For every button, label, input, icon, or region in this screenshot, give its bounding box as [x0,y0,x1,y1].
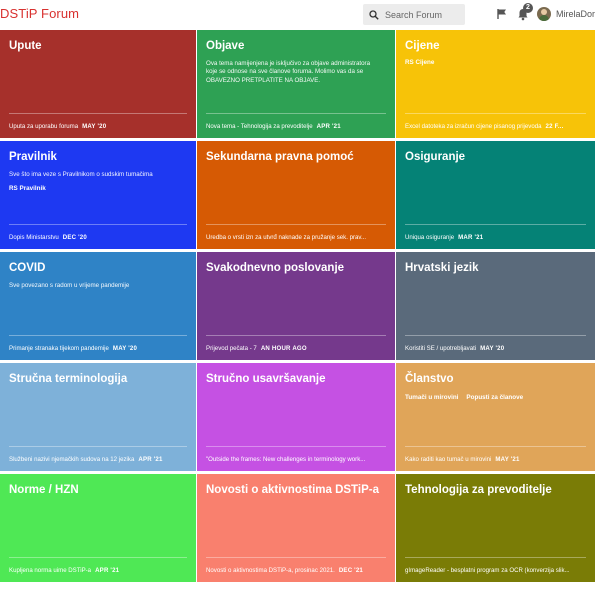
category-title: Tehnologija za prevoditelje [405,484,552,496]
divider [405,335,586,336]
latest-date: MAY '20 [112,345,138,352]
divider [206,446,386,447]
divider [206,557,386,558]
subcategory-link[interactable]: Tumači u mirovini [405,394,458,401]
category-osiguranje[interactable]: Osiguranje Uniqua osiguranje MAR '21 [396,141,595,249]
latest-topic[interactable]: Koristiti SE / upotrebljavati MAY '20 [405,345,589,352]
category-pravilnik[interactable]: Pravilnik Sve što ima veze s Pravilnikom… [0,141,196,249]
latest-date: MAY '21 [495,456,520,463]
latest-topic[interactable]: Prijevod pečata - 7 AN HOUR AGO [206,345,389,352]
site-header: DSTiP Forum Search Forum 2 MirelaDor [0,0,600,29]
category-title: Svakodnevno poslovanje [206,262,345,274]
category-covid[interactable]: COVID Sve povezano s radom u vrijeme pan… [0,252,196,360]
category-svakodnevno-poslovanje[interactable]: Svakodnevno poslovanje Prijevod pečata -… [197,252,395,360]
category-objave[interactable]: Objave Ova tema namijenjena je isključiv… [197,30,395,138]
latest-date: DEC '20 [62,234,87,241]
subcategory-link[interactable]: Popusti za članove [466,394,523,401]
category-strucno-usavrsavanje[interactable]: Stručno usavršavanje "Outside the frames… [197,363,395,471]
category-description: Ova tema namijenjena je isključivo za ob… [206,60,371,84]
subcategory-list: Tumači u mirovini Popusti za članove [405,394,531,401]
latest-topic[interactable]: Nova tema - Tehnologija za prevoditelje A… [206,123,389,130]
category-title: Objave [206,40,245,52]
latest-topic[interactable]: Primanje stranaka tijekom pandemije MAY '… [9,345,190,352]
category-sekundarna-pravna-pomoc[interactable]: Sekundarna pravna pomoć Uredba o vrsti i… [197,141,395,249]
divider [9,335,187,336]
latest-date: MAY '20 [480,345,505,352]
subcategory-list: RS Cijene [405,59,442,66]
divider [206,113,386,114]
username[interactable]: MirelaDor [556,9,595,19]
category-title: Članstvo [405,373,454,385]
category-title: Upute [9,40,42,52]
latest-date: APR '21 [138,456,163,463]
category-novosti[interactable]: Novosti o aktivnostima DSTiP-a Novosti o… [197,474,395,582]
category-strucna-terminologija[interactable]: Stručna terminologija Službeni nazivi nj… [0,363,196,471]
latest-topic[interactable]: gImageReader - besplatni program za OCR … [405,567,589,574]
site-logo[interactable]: DSTiP Forum [0,6,79,21]
latest-topic[interactable]: Uredba o vrsti izn za utvrđ naknade za p… [206,234,389,241]
category-tehnologija-za-prevoditelje[interactable]: Tehnologija za prevoditelje gImageReader… [396,474,595,582]
category-title: Cijene [405,40,440,52]
search-placeholder: Search Forum [385,9,443,20]
category-description: Sve povezano s radom u vrijeme pandemije [9,282,130,289]
subcategory-link[interactable]: RS Pravilnik [9,185,46,192]
latest-topic[interactable]: Uniqua osiguranje MAR '21 [405,234,589,241]
latest-topic[interactable]: Excel datoteka za izračun cijene pisanog… [405,123,589,130]
search-icon [369,9,379,20]
category-hrvatski-jezik[interactable]: Hrvatski jezik Koristiti SE / upotreblja… [396,252,595,360]
divider [405,113,586,114]
category-upute[interactable]: Upute Uputa za uporabu foruma MAY '20 [0,30,196,138]
category-title: Sekundarna pravna pomoć [206,151,354,163]
subcategory-list: RS Pravilnik [9,185,54,192]
latest-topic[interactable]: Uputa za uporabu foruma MAY '20 [9,123,190,130]
category-title: Hrvatski jezik [405,262,479,274]
category-grid: Upute Uputa za uporabu foruma MAY '20 Obj… [0,30,595,582]
category-title: COVID [9,262,46,274]
latest-topic[interactable]: Novosti o aktivnostima DSTiP-a, prosinac… [206,567,389,574]
latest-date: DEC '21 [338,567,364,574]
category-title: Norme / HZN [9,484,79,496]
divider [9,113,187,114]
category-norme-hzn[interactable]: Norme / HZN Kupljena norma uime DSTiP-a A… [0,474,196,582]
latest-topic[interactable]: Dopis Ministarstvu DEC '20 [9,234,190,241]
latest-topic[interactable]: Kupljena norma uime DSTiP-a APR '21 [9,567,190,574]
flag-icon[interactable] [496,8,508,20]
category-title: Novosti o aktivnostima DSTiP-a [206,484,379,496]
divider [405,557,586,558]
latest-topic[interactable]: "Outside the frames: New challenges in t… [206,456,389,463]
latest-date: 22 F... [545,123,564,130]
divider [206,335,386,336]
subcategory-link[interactable]: RS Cijene [405,59,434,66]
latest-date: MAR '21 [458,234,484,241]
category-description: Sve što ima veze s Pravilnikom o sudskim… [9,171,153,178]
category-title: Stručna terminologija [9,373,128,385]
category-cijene[interactable]: Cijene RS Cijene Excel datoteka za izrač… [396,30,595,138]
divider [9,224,187,225]
category-title: Pravilnik [9,151,57,163]
latest-date: MAY '20 [82,123,107,130]
notification-badge: 2 [523,3,533,13]
divider [9,446,187,447]
divider [206,224,386,225]
avatar[interactable] [537,7,551,21]
search-box[interactable]: Search Forum [363,4,465,25]
divider [9,557,187,558]
latest-date: AN HOUR AGO [260,345,307,352]
divider [405,446,586,447]
category-title: Osiguranje [405,151,466,163]
category-title: Stručno usavršavanje [206,373,326,385]
latest-topic[interactable]: Kako raditi kao tumač u mirovini MAY '21 [405,456,589,463]
category-clanstvo[interactable]: Članstvo Tumači u mirovini Popusti za čla… [396,363,595,471]
latest-date: APR '21 [316,123,341,130]
latest-date: APR '21 [95,567,120,574]
latest-topic[interactable]: Službeni nazivi njemačkih sudova na 12 j… [9,456,190,463]
divider [405,224,586,225]
